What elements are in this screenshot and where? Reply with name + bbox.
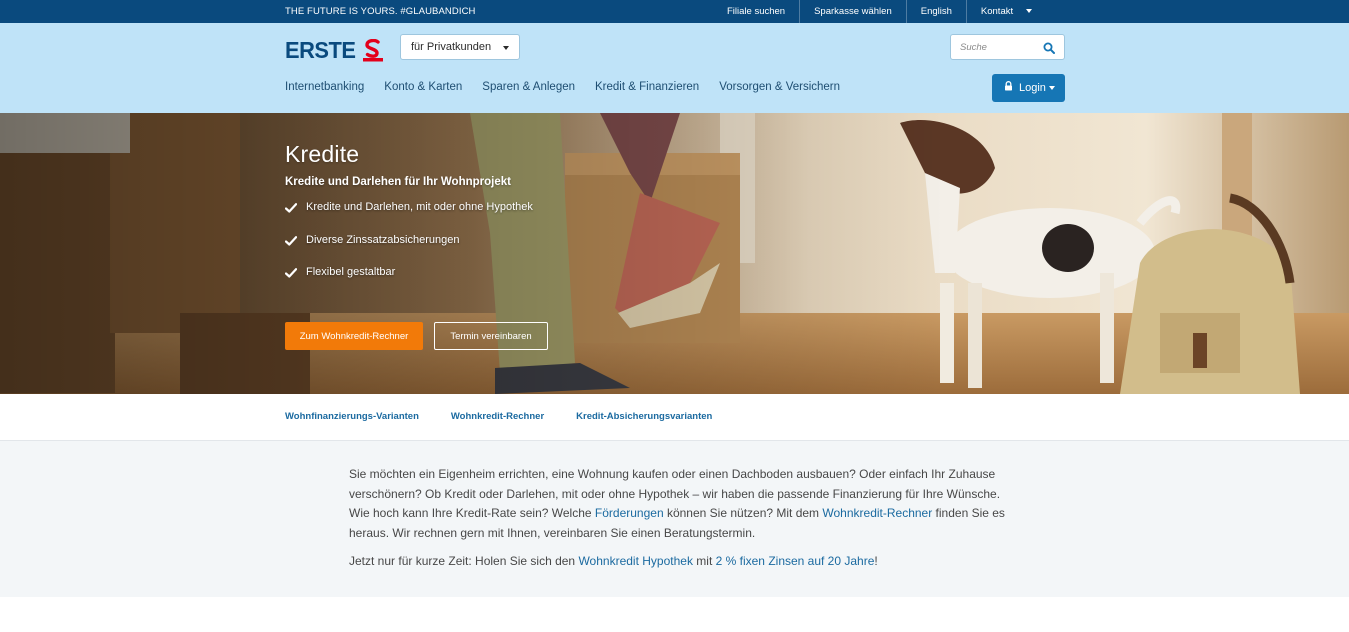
subnav-wohnfinanzierungs-varianten[interactable]: Wohnfinanzierungs-Varianten [285,411,419,422]
erste-logo[interactable]: ERSTE [285,37,384,64]
slogan: THE FUTURE IS YOURS. #GLAUBANDICH [285,6,476,17]
utility-link-sparkasse[interactable]: Sparkasse wählen [799,0,906,23]
lock-icon [1004,81,1013,91]
wohnkredit-rechner-link[interactable]: Wohnkredit-Rechner [822,506,932,520]
benefit-item: Kredite und Darlehen, mit oder ohne Hypo… [284,201,533,234]
utility-links: Filiale suchen Sparkasse wählen English … [713,0,1039,23]
promo-text-segment: ! [874,554,878,568]
utility-link-kontakt[interactable]: Kontakt [965,0,1039,23]
main-navigation: Internetbanking Konto & Karten Sparen & … [285,81,860,93]
intro-paragraph: Sie möchten ein Eigenheim errichten, ein… [349,465,1009,543]
intro-text-segment: können Sie nützen? Mit dem [663,506,823,520]
intro-text: Sie möchten ein Eigenheim errichten, ein… [349,465,1009,572]
benefit-text: Diverse Zinssatzabsicherungen [306,233,460,246]
login-label: Login [1019,82,1046,94]
benefit-item: Diverse Zinssatzabsicherungen [284,233,533,267]
benefit-item: Flexibel gestaltbar [284,266,533,299]
hero-title: Kredite [285,141,360,167]
login-button[interactable]: Login [992,74,1065,102]
kontakt-label: Kontakt [980,6,1014,17]
nav-sparen-anlegen[interactable]: Sparen & Anlegen [482,81,575,93]
subnav-kredit-absicherungsvarianten[interactable]: Kredit-Absicherungsvarianten [576,411,712,422]
fixzins-link[interactable]: 2 % fixen Zinsen auf 20 Jahre [716,554,875,568]
hero-subtitle: Kredite und Darlehen für Ihr Wohnprojekt [285,176,511,188]
customer-segment-select[interactable]: für Privatkunden [400,34,520,60]
hero-banner: Kredite Kredite und Darlehen für Ihr Woh… [0,113,1349,394]
subnav-links: Wohnfinanzierungs-Varianten Wohnkredit-R… [285,411,744,422]
promo-text-segment: mit [692,554,716,568]
search-box [950,34,1065,60]
benefit-text: Kredite und Darlehen, mit oder ohne Hypo… [306,201,533,213]
checkmark-icon [284,268,298,278]
checkmark-icon [284,235,298,246]
termin-vereinbaren-button[interactable]: Termin vereinbaren [434,322,548,350]
promo-paragraph: Jetzt nur für kurze Zeit: Holen Sie sich… [349,552,1009,572]
checkmark-icon [284,203,298,213]
nav-internetbanking[interactable]: Internetbanking [285,81,364,93]
chevron-down-icon [1026,9,1033,13]
benefit-text: Flexibel gestaltbar [306,266,396,278]
hero-background-image [0,113,1349,394]
segment-label: für Privatkunden [411,41,492,53]
nav-kredit-finanzieren[interactable]: Kredit & Finanzieren [595,81,699,93]
erste-s-logo-icon [362,38,384,63]
wohnkredit-hypothek-link[interactable]: Wohnkredit Hypothek [578,554,693,568]
chevron-down-icon [1049,86,1055,90]
wohnkredit-rechner-button[interactable]: Zum Wohnkredit-Rechner [285,322,423,350]
search-input[interactable] [951,35,1039,59]
logo-wordmark: ERSTE [285,37,356,63]
top-utility-bar: THE FUTURE IS YOURS. #GLAUBANDICH Filial… [0,0,1349,23]
hero-benefits-list: Kredite und Darlehen, mit oder ohne Hypo… [284,201,533,299]
foerderungen-link[interactable]: Förderungen [595,506,664,520]
nav-vorsorgen-versichern[interactable]: Vorsorgen & Versichern [719,81,840,93]
hero-content: Kredite Kredite und Darlehen für Ihr Woh… [284,141,533,299]
utility-link-filiale[interactable]: Filiale suchen [713,0,799,23]
chevron-down-icon [503,46,509,50]
utility-link-english[interactable]: English [905,0,966,23]
section-subnav: Wohnfinanzierungs-Varianten Wohnkredit-R… [0,394,1349,441]
nav-konto-karten[interactable]: Konto & Karten [384,81,462,93]
promo-text-segment: Jetzt nur für kurze Zeit: Holen Sie sich… [349,554,579,568]
search-icon[interactable] [1043,41,1055,54]
subnav-wohnkredit-rechner[interactable]: Wohnkredit-Rechner [451,411,544,422]
site-header: ERSTE für Privatkunden Internetbanking K… [0,23,1349,113]
intro-section: Sie möchten ein Eigenheim errichten, ein… [0,441,1349,597]
